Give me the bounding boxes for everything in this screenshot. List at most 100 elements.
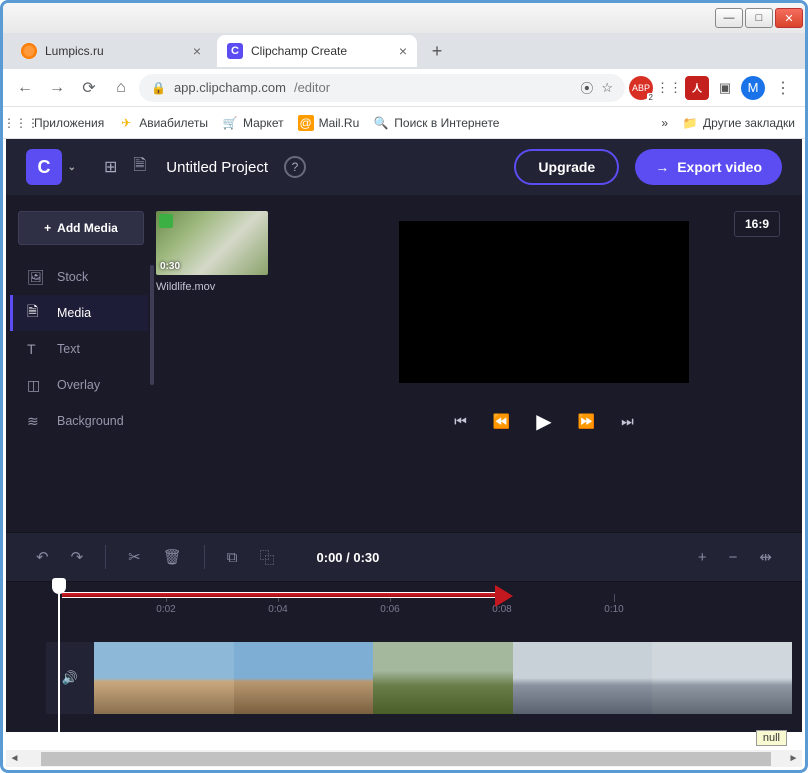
tick-label: 0:10	[604, 604, 623, 615]
new-tab-button[interactable]: +	[423, 37, 451, 65]
translate-icon[interactable]: ⦿	[580, 78, 593, 97]
bookmark-overflow[interactable]: »	[661, 116, 668, 130]
horizontal-scrollbar[interactable]: ◄ ►	[6, 750, 802, 767]
extension-icon[interactable]: ▣	[713, 76, 737, 100]
bookmark-search[interactable]: 🔍Поиск в Интернете	[373, 115, 499, 131]
extension-adblock-icon[interactable]: ABP2	[629, 76, 653, 100]
clip-duration: 0:30	[160, 261, 180, 272]
sidebar-item-background[interactable]: ≋Background	[10, 403, 148, 439]
address-bar[interactable]: 🔒 app.clipchamp.com/editor ⦿ ☆	[139, 74, 625, 102]
back-button[interactable]: ←	[11, 74, 39, 102]
window-maximize[interactable]: □	[745, 8, 773, 28]
arrow-right-icon: →	[655, 159, 669, 175]
bookmark-market[interactable]: 🛒Маркет	[222, 115, 284, 131]
apps-icon: ⋮⋮⋮	[13, 115, 29, 131]
track-frame	[94, 642, 234, 714]
video-preview[interactable]	[399, 221, 689, 383]
layers-icon: ≋	[27, 413, 45, 430]
cart-icon: 🛒	[222, 115, 238, 131]
scroll-left-icon[interactable]: ◄	[6, 750, 23, 767]
overlay-icon: ◫	[27, 377, 45, 394]
clip-thumbnail: 0:30	[156, 211, 268, 275]
mail-icon: @	[298, 115, 314, 131]
scroll-thumb[interactable]	[41, 752, 771, 766]
browser-tab-lumpics[interactable]: Lumpics.ru ×	[11, 35, 211, 67]
playhead-handle[interactable]	[52, 578, 66, 594]
video-icon[interactable]: ⊞	[104, 157, 117, 177]
sidebar-item-media[interactable]: 🗎Media	[10, 295, 148, 331]
track-frame	[234, 642, 374, 714]
delete-button[interactable]: 🗑	[163, 548, 182, 566]
plane-icon: ✈	[118, 115, 134, 131]
rewind-button[interactable]: ⏪	[493, 413, 510, 430]
reload-button[interactable]: ⟳	[75, 74, 103, 102]
export-button[interactable]: →Export video	[635, 149, 782, 185]
undo-button[interactable]: ↶	[36, 548, 49, 566]
chevron-down-icon: ⌄	[68, 162, 76, 173]
separator	[105, 545, 106, 569]
redo-button[interactable]: ↷	[71, 548, 84, 566]
file-icon[interactable]: 🗎	[133, 154, 146, 181]
tab-title: Lumpics.ru	[45, 44, 104, 58]
duplicate-button[interactable]: ⿻	[260, 547, 275, 568]
timeline-counter: 0:00 / 0:30	[317, 550, 380, 565]
plus-icon: +	[44, 221, 51, 235]
play-button[interactable]: ▶	[536, 409, 551, 434]
text-icon: T	[27, 341, 45, 357]
home-button[interactable]: ⌂	[107, 74, 135, 102]
url-host: app.clipchamp.com	[174, 80, 286, 95]
bookmark-apps[interactable]: ⋮⋮⋮Приложения	[13, 115, 104, 131]
track-frame	[652, 642, 792, 714]
track-frame	[373, 642, 513, 714]
folder-icon: 📁	[682, 115, 698, 131]
window-minimize[interactable]: —	[715, 8, 743, 28]
favicon-icon	[21, 43, 37, 59]
sidebar-scrollbar[interactable]	[150, 265, 154, 385]
aspect-ratio-button[interactable]: 16:9	[734, 211, 780, 237]
browser-tab-clipchamp[interactable]: C Clipchamp Create ×	[217, 35, 417, 67]
forward-button[interactable]: →	[43, 74, 71, 102]
lock-icon: 🔒	[151, 81, 166, 95]
upgrade-button[interactable]: Upgrade	[514, 149, 619, 185]
url-path: /editor	[294, 80, 330, 95]
bookmark-star-icon[interactable]: ☆	[601, 80, 613, 96]
fast-forward-button[interactable]: ⏩	[578, 413, 595, 430]
track-frame	[513, 642, 653, 714]
sidebar-item-stock[interactable]: 🖼Stock	[10, 259, 148, 295]
annotation-arrow	[62, 592, 497, 598]
timeline[interactable]: 0:02 0:04 0:06 0:08 0:10 🔊	[6, 582, 802, 732]
extension-icon[interactable]: ⋮⋮	[657, 76, 681, 100]
fit-button[interactable]: ⇹	[759, 548, 772, 566]
app-logo[interactable]: C⌄	[26, 149, 62, 185]
zoom-in-button[interactable]: +	[698, 549, 707, 566]
skip-start-button[interactable]: ⏮	[454, 413, 467, 430]
sidebar-item-overlay[interactable]: ◫Overlay	[10, 367, 148, 403]
tick-label: 0:02	[156, 604, 175, 615]
add-media-button[interactable]: +Add Media	[18, 211, 144, 245]
audio-toggle-icon[interactable]: 🔊	[46, 642, 94, 714]
zoom-out-button[interactable]: −	[729, 549, 738, 566]
help-button[interactable]: ?	[284, 156, 306, 178]
timeline-track[interactable]: 🔊	[46, 642, 792, 714]
skip-end-button[interactable]: ⏭	[621, 413, 634, 430]
sidebar-item-text[interactable]: TText	[10, 331, 148, 367]
browser-menu-icon[interactable]: ⋮	[769, 74, 797, 102]
tick-label: 0:06	[380, 604, 399, 615]
media-clip[interactable]: 0:30 Wildlife.mov	[156, 211, 268, 293]
clip-badge-icon	[159, 214, 173, 228]
extension-pdf-icon[interactable]: 人	[685, 76, 709, 100]
tab-title: Clipchamp Create	[251, 44, 347, 58]
tab-close-icon[interactable]: ×	[399, 43, 407, 59]
bookmark-other[interactable]: 📁Другие закладки	[682, 115, 795, 131]
window-close[interactable]: ✕	[775, 8, 803, 28]
bookmark-avia[interactable]: ✈Авиабилеты	[118, 115, 208, 131]
profile-avatar[interactable]: M	[741, 76, 765, 100]
project-title[interactable]: Untitled Project	[166, 159, 268, 176]
scroll-right-icon[interactable]: ►	[785, 750, 802, 767]
cut-button[interactable]: ✂	[128, 548, 141, 566]
playhead[interactable]	[58, 582, 60, 732]
separator	[204, 545, 205, 569]
tab-close-icon[interactable]: ×	[193, 43, 201, 59]
copy-button[interactable]: ⧉	[227, 549, 238, 566]
bookmark-mail[interactable]: @Mail.Ru	[298, 115, 360, 131]
